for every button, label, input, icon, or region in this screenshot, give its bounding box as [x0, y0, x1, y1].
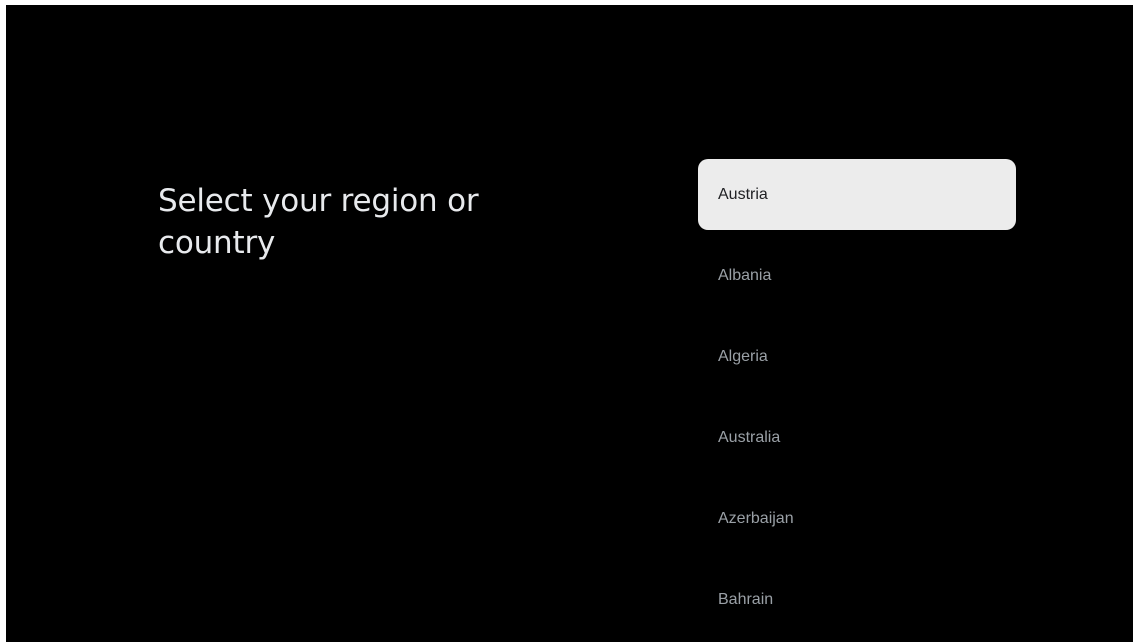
- region-option-label: Albania: [718, 266, 772, 284]
- region-option-austria[interactable]: Austria: [698, 159, 1016, 230]
- region-option-label: Australia: [718, 428, 781, 446]
- region-list[interactable]: Austria Albania Algeria Australia Azerba…: [698, 159, 1016, 642]
- region-option-australia[interactable]: Australia: [698, 402, 1016, 473]
- region-option-algeria[interactable]: Algeria: [698, 321, 1016, 392]
- region-option-label: Algeria: [718, 347, 768, 365]
- region-option-label: Bahrain: [718, 590, 774, 608]
- region-option-azerbaijan[interactable]: Azerbaijan: [698, 483, 1016, 554]
- region-option-albania[interactable]: Albania: [698, 240, 1016, 311]
- region-option-label: Austria: [718, 185, 768, 203]
- region-option-label: Azerbaijan: [718, 509, 794, 527]
- setup-screen: Select your region or country Austria Al…: [6, 5, 1133, 642]
- page-title: Select your region or country: [158, 183, 479, 261]
- region-option-bahrain[interactable]: Bahrain: [698, 564, 1016, 635]
